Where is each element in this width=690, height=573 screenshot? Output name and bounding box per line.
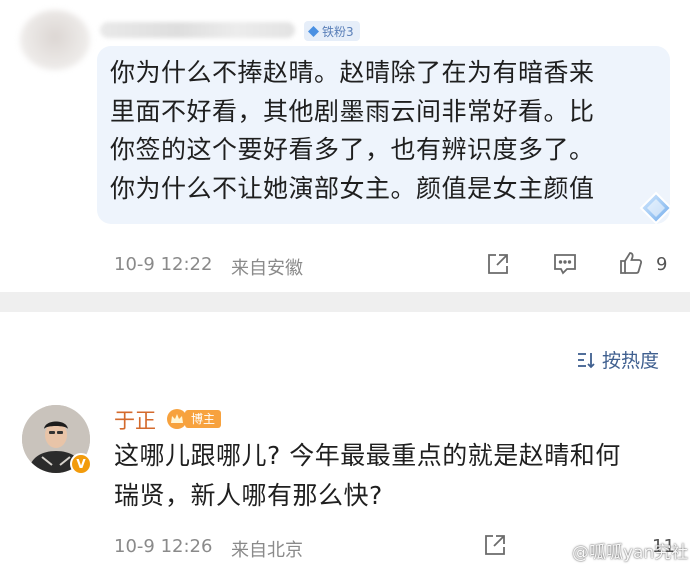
blogger-badge-label: 博主 (185, 410, 222, 428)
comment-line: 你为什么不让她演部女主。颜值是女主颜值 (110, 173, 595, 203)
comment-text: 这哪儿跟哪儿? 今年最最重点的就是赵晴和何 瑞贤，新人哪有那么快? (114, 436, 674, 516)
fan-level-badge: 铁粉3 (304, 21, 360, 41)
weibo-logo-icon (548, 543, 568, 559)
watermark-text: @呱呱yan究社 (572, 543, 689, 563)
comment-line: 里面不好看，其他剧墨雨云间非常好看。比 (110, 96, 595, 126)
comment-line: 瑞贤，新人哪有那么快? (114, 481, 383, 510)
section-divider (0, 292, 690, 312)
sort-by-hot-button[interactable]: 按热度 (576, 346, 659, 373)
diamond-icon (308, 25, 319, 37)
comment-line: 你签的这个要好看多了，也有辨识度多了。 (110, 135, 595, 164)
username-blurred[interactable] (100, 22, 295, 38)
share-icon[interactable] (485, 251, 511, 277)
comment-line: 这哪儿跟哪儿? 今年最最重点的就是赵晴和何 (114, 441, 621, 470)
comment-location: 来自安徽 (231, 258, 303, 279)
sort-icon (578, 352, 595, 368)
comment-time: 10-9 12:22 (114, 254, 213, 275)
verified-badge: V (70, 453, 92, 475)
comment-text: 你为什么不捧赵晴。赵晴除了在为有暗香来 里面不好看，其他剧墨雨云间非常好看。比 … (110, 54, 650, 208)
avatar-blurred[interactable] (20, 10, 90, 70)
comment-time: 10-9 12:26 (114, 536, 213, 557)
like-count: 9 (656, 254, 668, 275)
comment-location: 来自北京 (231, 540, 303, 561)
author-name[interactable]: 于正 (114, 405, 156, 435)
diamond-bubble-icon (639, 191, 673, 225)
share-icon[interactable] (482, 532, 508, 558)
comment-line: 你为什么不捧赵晴。赵晴除了在为有暗香来 (110, 58, 595, 87)
blogger-badge: 博主 (166, 408, 222, 430)
reply-icon[interactable] (552, 251, 578, 277)
sort-label: 按热度 (602, 350, 660, 372)
fan-badge-label: 铁粉3 (322, 24, 354, 39)
watermark: @呱呱yan究社 (548, 538, 688, 563)
like-icon[interactable] (618, 250, 644, 276)
